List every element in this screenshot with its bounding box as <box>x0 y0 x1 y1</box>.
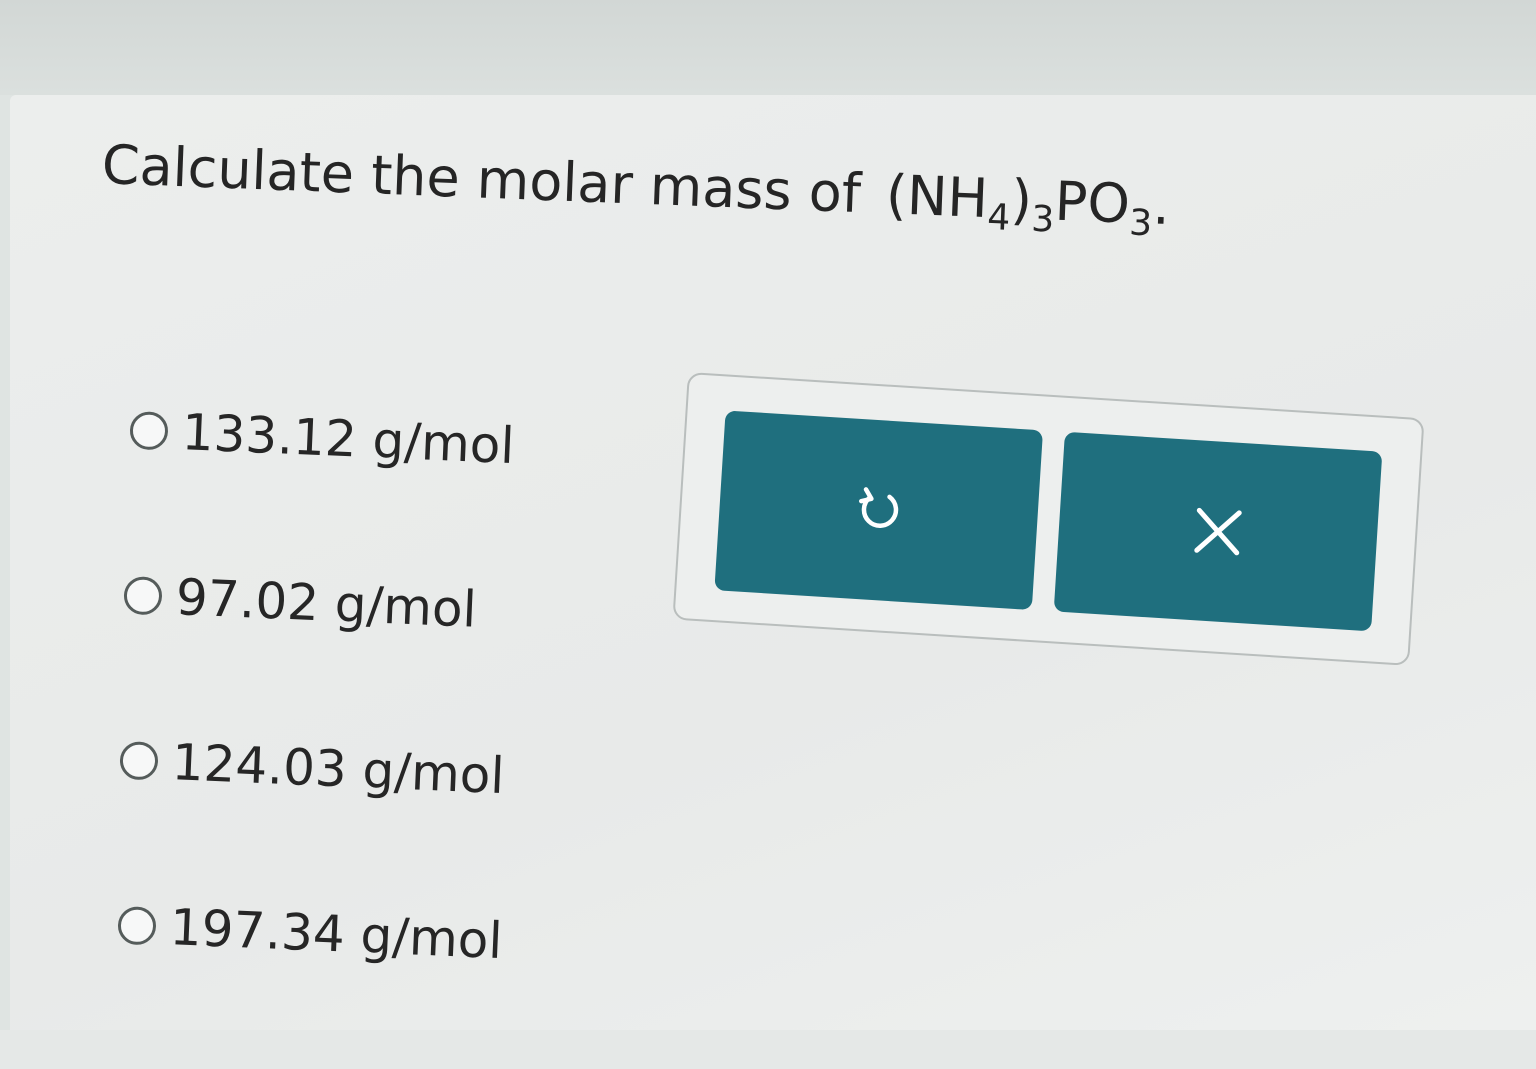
answer-toolbar <box>672 372 1425 666</box>
clear-button[interactable] <box>1053 431 1383 632</box>
chemical-formula: (NH4)3PO3. <box>884 163 1172 244</box>
undo-icon <box>851 483 906 538</box>
close-icon <box>1188 502 1247 561</box>
radio-button[interactable] <box>119 741 159 781</box>
formula-part-open: (NH <box>884 163 990 231</box>
undo-button[interactable] <box>714 410 1044 611</box>
formula-subscript-3: 3 <box>1030 198 1055 241</box>
answer-option-label: 97.02 g/mol <box>174 568 478 639</box>
formula-subscript-4: 4 <box>986 197 1011 239</box>
top-background <box>0 0 1536 95</box>
radio-button[interactable] <box>117 906 157 946</box>
formula-part-po: PO <box>1053 169 1132 236</box>
formula-subscript-3b: 3 <box>1128 202 1153 245</box>
formula-part-paren: ) <box>1009 167 1034 232</box>
radio-button[interactable] <box>129 411 169 451</box>
radio-button[interactable] <box>123 576 163 616</box>
formula-period: . <box>1151 173 1172 238</box>
bottom-background <box>0 1030 1536 1069</box>
